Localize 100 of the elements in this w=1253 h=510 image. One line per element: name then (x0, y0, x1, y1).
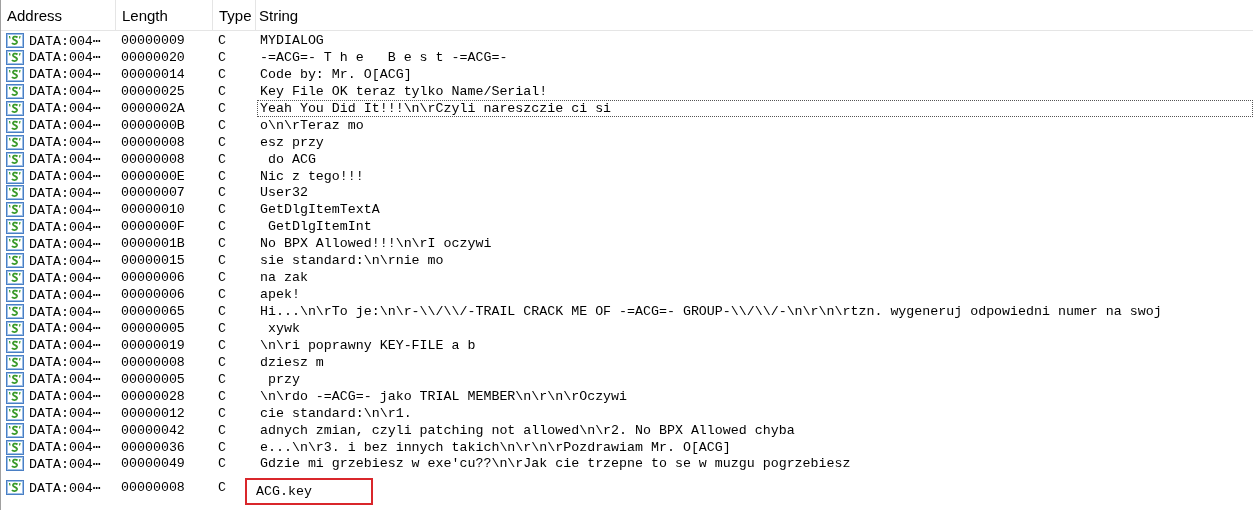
string-icon (6, 422, 24, 438)
type-cell: C (218, 270, 226, 286)
address-cell: DATA:004⋯ (29, 388, 101, 405)
string-cell-text: xywk (266, 319, 301, 337)
address-cell: DATA:004⋯ (29, 252, 101, 269)
string-cell-text: adnych zmian, czyli patching not allowed\n\r2. No BPX Allowed chyba (259, 421, 796, 439)
column-header[interactable]: Address (1, 0, 116, 30)
string-icon (6, 337, 24, 353)
type-cell: C (218, 151, 226, 167)
address-cell: DATA:004⋯ (29, 100, 101, 117)
string-icon (6, 304, 24, 319)
string-icon (6, 185, 24, 201)
column-header[interactable]: String (256, 0, 1253, 30)
string-icon (6, 151, 24, 167)
address-cell: DATA:004⋯ (29, 117, 101, 134)
address-cell: DATA:004⋯ (29, 371, 101, 388)
string-icon (6, 253, 24, 269)
string-cell-text: sie standard:\n\rnie mo (259, 252, 445, 270)
type-cell: C (218, 320, 226, 336)
address-cell: DATA:004⋯ (29, 49, 101, 66)
length-cell: 00000006 (121, 270, 185, 286)
length-cell: 00000028 (121, 388, 185, 404)
column-header[interactable]: Type (213, 0, 256, 30)
length-cell: 00000042 (121, 422, 185, 438)
address-cell: DATA:004⋯ (29, 168, 101, 184)
type-cell: C (218, 33, 226, 48)
type-cell: C (218, 371, 226, 387)
address-cell: DATA:004⋯ (29, 405, 101, 422)
address-cell: DATA:004⋯ (29, 201, 101, 218)
length-cell: 00000008 (121, 151, 185, 167)
type-cell: C (218, 439, 226, 455)
string-icon (6, 405, 24, 421)
string-cell-text: -=ACG=- T h e B e s t -=ACG=- (259, 48, 509, 66)
type-cell: C (218, 49, 226, 65)
type-cell: C (218, 66, 226, 82)
length-cell: 00000012 (121, 405, 185, 421)
type-cell: C (218, 219, 226, 235)
string-cell: Yeah You Did It!!!\n\rCzyli nareszczie ci si (257, 99, 1253, 117)
type-cell: C (218, 100, 226, 116)
address-cell: DATA:004⋯ (29, 269, 101, 286)
length-cell: 00000005 (121, 320, 185, 336)
type-cell: C (218, 422, 226, 438)
string-icon (6, 371, 24, 387)
string-icon (6, 480, 24, 496)
string-icon (6, 236, 24, 252)
string-cell-text: do ACG (266, 150, 317, 168)
string-cell-text: Nic z tego!!! (259, 167, 365, 185)
length-cell: 00000049 (121, 456, 185, 472)
length-cell: 0000000E (121, 168, 185, 184)
string-icon (6, 354, 24, 370)
type-cell: C (218, 337, 226, 353)
address-cell: DATA:004⋯ (29, 303, 101, 320)
string-icon (6, 49, 24, 65)
length-cell: 00000014 (121, 66, 185, 82)
string-icon (6, 168, 24, 184)
length-cell: 00000025 (121, 83, 185, 99)
string-cell-text: User32 (259, 184, 309, 202)
type-cell: C (218, 304, 226, 319)
address-cell: DATA:004⋯ (29, 455, 101, 472)
column-header[interactable]: Length (116, 0, 213, 30)
address-cell: DATA:004⋯ (29, 286, 101, 303)
length-cell: 0000000F (121, 219, 185, 235)
string-icon (6, 287, 24, 303)
type-cell: C (218, 185, 226, 201)
length-cell: 00000009 (121, 33, 185, 48)
address-cell: DATA:004⋯ (29, 66, 101, 83)
address-cell: DATA:004⋯ (29, 422, 101, 439)
string-icon (6, 117, 24, 133)
type-cell: C (218, 456, 226, 472)
string-cell-text: \n\ri poprawny KEY-FILE a b (259, 336, 477, 354)
string-cell-text: MYDIALOG (259, 32, 325, 49)
type-cell: C (218, 287, 226, 303)
type-cell: C (218, 168, 226, 184)
address-cell: DATA:004⋯ (29, 218, 101, 235)
string-cell-text: \n\rdo -=ACG=- jako TRIAL MEMBER\n\r\n\rOczywi (259, 387, 629, 405)
length-cell: 00000065 (121, 304, 185, 319)
string-icon (6, 83, 24, 99)
address-cell: DATA:004⋯ (29, 235, 101, 252)
string-cell-text: Code by: Mr. O[ACG] (259, 65, 413, 83)
type-cell: C (218, 134, 226, 150)
length-cell: 00000019 (121, 337, 185, 353)
length-cell: 0000002A (121, 100, 185, 116)
type-cell: C (218, 236, 226, 252)
string-icon (6, 100, 24, 116)
string-cell-text: przy (266, 370, 301, 388)
string-cell-text: na zak (259, 269, 309, 287)
string-icon (6, 66, 24, 82)
string-icon (6, 270, 24, 286)
address-cell: DATA:004⋯ (29, 83, 101, 100)
type-cell: C (218, 354, 226, 370)
string-cell-text: dziesz m (259, 353, 325, 371)
address-cell: DATA:004⋯ (29, 439, 101, 455)
string-cell-text: esz przy (259, 133, 325, 151)
type-cell: C (218, 83, 226, 99)
length-cell: 00000008 (121, 480, 185, 496)
string-icon (6, 456, 24, 472)
highlighted-string-cell: ACG.key (247, 480, 371, 504)
string-cell-text: Key File OK teraz tylko Name/Serial! (259, 82, 549, 100)
string-cell-text: Gdzie mi grzebiesz w exe'cu??\n\rJak cie trzepne to se w muzgu pogrzebiesz (259, 455, 852, 473)
type-cell: C (218, 253, 226, 269)
